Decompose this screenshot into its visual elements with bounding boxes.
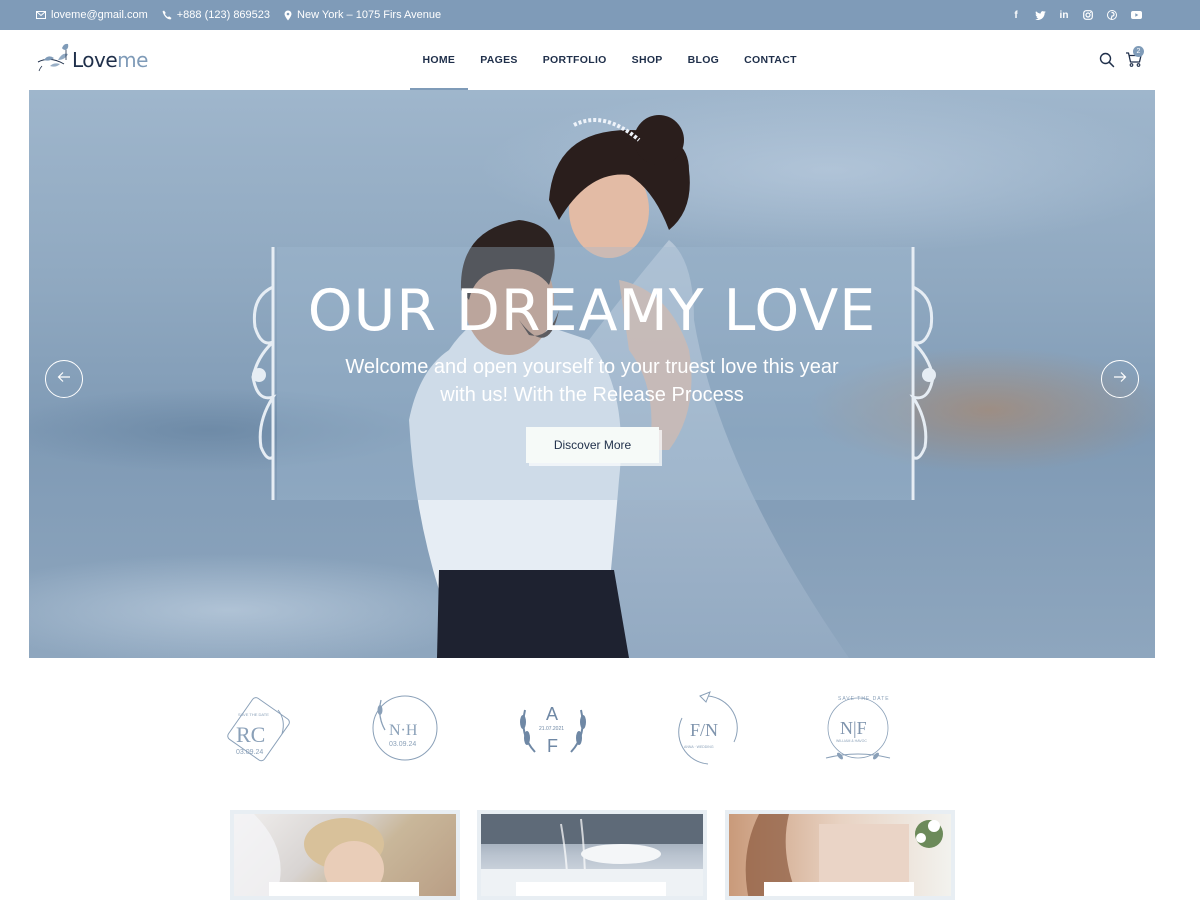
- hero-subtitle-line-1: Welcome and open yourself to your truest…: [345, 356, 839, 378]
- linkedin-icon[interactable]: in: [1058, 9, 1070, 21]
- monogram-nf-small-text: SAVE THE DATE: [838, 696, 890, 702]
- top-bar: loveme@gmail.com +888 (123) 869523 New Y…: [0, 0, 1200, 30]
- search-icon[interactable]: [1099, 52, 1115, 68]
- logo-text: Loveme: [72, 48, 148, 72]
- bride-photo: [234, 814, 456, 896]
- nav-blog[interactable]: BLOG: [675, 30, 732, 90]
- slider-prev-button[interactable]: [45, 360, 83, 398]
- hero-title: OUR DREAMY LOVE: [307, 278, 877, 344]
- hero-subtitle-line-2: with us! With the Release Process: [440, 384, 744, 406]
- wedding-table-photo: [481, 814, 703, 896]
- monogram-nh-date: 03.09.24: [389, 741, 416, 748]
- main-nav: HOME PAGES PORTFOLIO SHOP BLOG CONTACT: [410, 30, 809, 90]
- card-1-label-box: [269, 882, 419, 896]
- pinterest-icon[interactable]: [1106, 9, 1118, 21]
- monogram-nf-letters: N|F: [840, 718, 867, 738]
- twitter-icon[interactable]: [1034, 9, 1046, 21]
- monogram-fn-small-text: ANNA · WEDDING: [684, 745, 714, 749]
- card-3-label-box: [764, 882, 914, 896]
- monogram-nh-letters: N·H: [389, 722, 418, 739]
- email-text: loveme@gmail.com: [51, 9, 148, 21]
- arrow-left-icon: [57, 370, 71, 388]
- nav-contact[interactable]: CONTACT: [732, 30, 810, 90]
- email-item[interactable]: loveme@gmail.com: [36, 9, 148, 21]
- bouquet-photo: [729, 814, 951, 896]
- monogram-af-date: 21.07.2021: [539, 726, 564, 732]
- monogram-logo-nh[interactable]: N·H 03.09.24: [367, 690, 443, 770]
- monogram-af-top-letter: A: [546, 704, 558, 724]
- card-2-label-box: [516, 882, 666, 896]
- logo-text-love: Love: [72, 48, 118, 72]
- contact-info: loveme@gmail.com +888 (123) 869523 New Y…: [36, 0, 441, 30]
- address-item: New York – 1075 Firs Avenue: [284, 9, 441, 21]
- nav-portfolio[interactable]: PORTFOLIO: [530, 30, 619, 90]
- logo-text-me: me: [117, 48, 148, 72]
- site-header: Loveme HOME PAGES PORTFOLIO SHOP BLOG CO…: [0, 30, 1200, 90]
- monogram-fn-letters: F/N: [690, 720, 718, 740]
- phone-item[interactable]: +888 (123) 869523: [162, 9, 270, 21]
- map-pin-icon: [284, 10, 292, 21]
- phone-icon: [162, 10, 172, 20]
- service-card-3[interactable]: [725, 810, 955, 900]
- social-links: f in: [1010, 0, 1142, 30]
- envelope-icon: [36, 11, 46, 19]
- address-text: New York – 1075 Firs Avenue: [297, 9, 442, 21]
- youtube-icon[interactable]: [1130, 9, 1142, 21]
- hero-subtitle: Welcome and open yourself to your truest…: [292, 353, 892, 409]
- monogram-rc-small-text: SAVE THE DATE: [238, 712, 269, 717]
- discover-more-button[interactable]: Discover More: [526, 427, 659, 463]
- monogram-rc-letters: RC: [236, 722, 265, 747]
- phone-text: +888 (123) 869523: [176, 9, 271, 21]
- slider-next-button[interactable]: [1101, 360, 1139, 398]
- monogram-af-bottom-letter: F: [547, 736, 558, 756]
- instagram-icon[interactable]: [1082, 9, 1094, 21]
- nav-shop[interactable]: SHOP: [619, 30, 675, 90]
- nav-pages[interactable]: PAGES: [468, 30, 530, 90]
- monogram-logo-af[interactable]: A 21.07.2021 F: [515, 690, 591, 770]
- service-card-2[interactable]: [477, 810, 707, 900]
- arrow-right-icon: [1113, 370, 1127, 388]
- partner-logos: SAVE THE DATE RC 03.09.24 N·H 03.09.24 A…: [0, 690, 1200, 770]
- facebook-icon[interactable]: f: [1010, 9, 1022, 21]
- monogram-logo-nf[interactable]: SAVE THE DATE N|F WILLIAM & HAVOC: [820, 690, 896, 770]
- site-logo[interactable]: Loveme: [36, 42, 148, 78]
- monogram-logo-rc[interactable]: SAVE THE DATE RC 03.09.24: [220, 690, 296, 770]
- service-card-1[interactable]: [230, 810, 460, 900]
- leaf-logo-icon: [36, 40, 74, 81]
- cart-count-badge: 2: [1133, 46, 1144, 57]
- monogram-logo-fn[interactable]: F/N ANNA · WEDDING: [670, 690, 746, 770]
- hero-slider: OUR DREAMY LOVE Welcome and open yoursel…: [29, 90, 1155, 658]
- monogram-nf-sub-text: WILLIAM & HAVOC: [836, 739, 867, 743]
- monogram-rc-date: 03.09.24: [236, 749, 263, 756]
- nav-home[interactable]: HOME: [410, 30, 468, 90]
